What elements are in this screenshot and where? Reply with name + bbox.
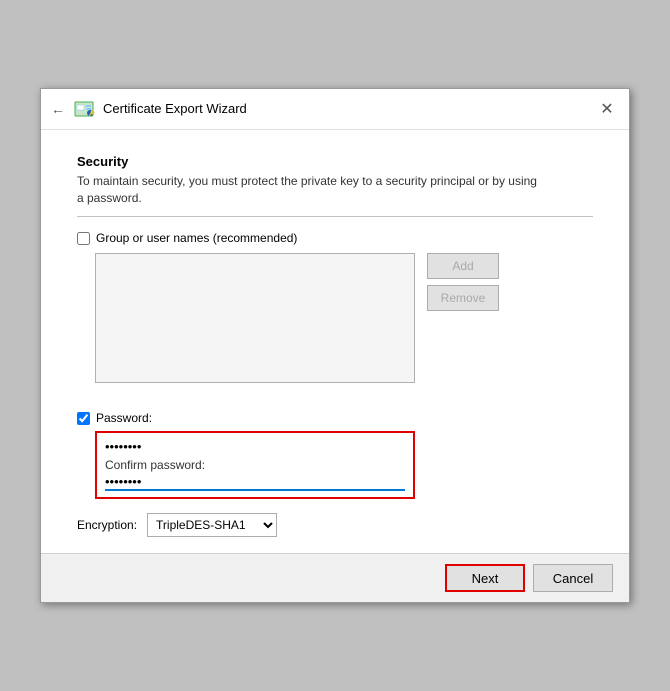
dialog-content: Security To maintain security, you must … xyxy=(41,130,629,554)
wizard-icon: 🔑 xyxy=(73,98,95,120)
user-list-area xyxy=(95,253,415,383)
list-and-buttons-container: Add Remove xyxy=(77,253,593,397)
encryption-select[interactable]: TripleDES-SHA1 AES256-SHA256 xyxy=(147,513,277,537)
section-description: To maintain security, you must protect t… xyxy=(77,173,593,207)
list-buttons: Add Remove xyxy=(427,253,499,311)
close-button[interactable]: ✕ xyxy=(595,97,619,121)
group-checkbox-label: Group or user names (recommended) xyxy=(96,231,297,245)
cancel-button[interactable]: Cancel xyxy=(533,564,613,592)
title-left: ← 🔑 Certificate Export Wizard xyxy=(51,98,247,120)
password-input-container: Confirm password: xyxy=(95,431,415,499)
title-bar: ← 🔑 Certificate Export Wizard ✕ xyxy=(41,89,629,130)
back-arrow-button[interactable]: ← xyxy=(51,101,65,117)
group-checkbox-row: Group or user names (recommended) xyxy=(77,231,593,245)
encryption-label: Encryption: xyxy=(77,518,137,532)
dialog-title: Certificate Export Wizard xyxy=(103,101,247,116)
add-button[interactable]: Add xyxy=(427,253,499,279)
password-checkbox[interactable] xyxy=(77,412,90,425)
confirm-password-label: Confirm password: xyxy=(105,458,405,472)
password-checkbox-row: Password: xyxy=(77,411,593,425)
section-divider xyxy=(77,216,593,217)
section-title: Security xyxy=(77,154,593,169)
password-input[interactable] xyxy=(105,439,405,454)
svg-text:🔑: 🔑 xyxy=(89,110,96,117)
remove-button[interactable]: Remove xyxy=(427,285,499,311)
group-checkbox[interactable] xyxy=(77,232,90,245)
certificate-export-wizard-dialog: ← 🔑 Certificate Export Wizard ✕ Security… xyxy=(40,88,630,604)
encryption-row: Encryption: TripleDES-SHA1 AES256-SHA256 xyxy=(77,513,593,537)
confirm-password-input[interactable] xyxy=(105,474,405,491)
password-checkbox-label: Password: xyxy=(96,411,152,425)
next-button[interactable]: Next xyxy=(445,564,525,592)
password-section: Password: Confirm password: xyxy=(77,411,593,499)
dialog-footer: Next Cancel xyxy=(41,553,629,602)
